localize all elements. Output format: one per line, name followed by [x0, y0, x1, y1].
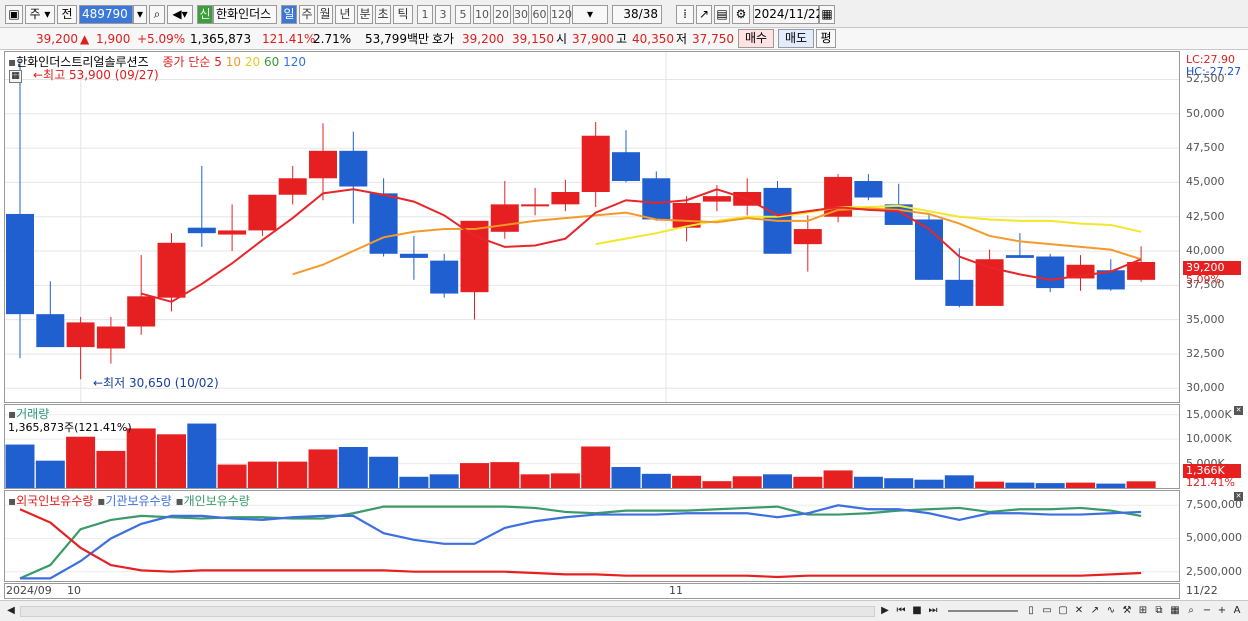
legend-institution: 기관보유수량	[105, 494, 172, 508]
grid-icon[interactable]: ▦	[1168, 604, 1182, 619]
trend-up-icon[interactable]: ↗	[1088, 604, 1102, 619]
layout-1-icon[interactable]: ▯	[1024, 604, 1038, 619]
wave-icon[interactable]: ∿	[1104, 604, 1118, 619]
zoom-out-icon[interactable]: −	[1200, 604, 1214, 619]
x-label-nov: 11	[669, 584, 683, 597]
holdings-legend: ▪외국인보유수량 ▪기관보유수량 ▪개인보유수량	[8, 492, 250, 509]
holdings-chart	[5, 504, 1179, 580]
holdings-pane-close-icon[interactable]: ✕	[1234, 492, 1243, 501]
foreign-holdings-line	[19, 508, 1142, 579]
scroll-left-icon[interactable]: ◀	[4, 604, 18, 619]
x-label-start: 2024/09	[6, 584, 52, 597]
x-axis	[4, 583, 1180, 599]
scroll-right-icon[interactable]: ▶	[878, 604, 892, 619]
zoom-icon[interactable]: ⌕	[1184, 604, 1198, 619]
legend-individual: 개인보유수량	[183, 494, 250, 508]
stop-icon[interactable]: ■	[910, 604, 924, 619]
legend-foreign: 외국인보유수량	[16, 494, 94, 508]
first-page-icon[interactable]: ⏮	[894, 604, 908, 619]
crosshair-icon[interactable]: ✕	[1072, 604, 1086, 619]
zoom-in-icon[interactable]: +	[1215, 604, 1229, 619]
footer-bar: ◀ ▶ ⏮ ■ ⏭ ▯ ▭ ▢ ✕ ↗ ∿ ⚒ ⊞ ⧉ ▦ ⌕ − + A	[0, 600, 1248, 621]
holdTicks-tick-0: 7,500,000	[1186, 498, 1242, 512]
holdTicks-tick-2: 2,500,000	[1186, 564, 1242, 578]
horizontal-scrollbar[interactable]	[20, 606, 875, 617]
tool-icon[interactable]: ⚒	[1120, 604, 1134, 619]
font-size-icon[interactable]: A	[1230, 604, 1244, 619]
holdings-bullet-icon: ▪	[8, 494, 17, 508]
institution-holdings-line	[20, 504, 1142, 580]
legend-bullet-icon-3: ▪	[175, 494, 184, 508]
copy-icon[interactable]: ⧉	[1152, 604, 1166, 619]
last-page-icon[interactable]: ⏭	[926, 604, 940, 619]
x-label-oct: 10	[67, 584, 81, 597]
x-label-end: 11/22	[1186, 584, 1218, 597]
holdTicks-tick-1: 5,000,000	[1186, 531, 1242, 545]
layout-3-icon[interactable]: ▢	[1056, 604, 1070, 619]
layout-2-icon[interactable]: ▭	[1040, 604, 1054, 619]
zoom-slider[interactable]	[948, 610, 1018, 612]
link-icon[interactable]: ⊞	[1136, 604, 1150, 619]
